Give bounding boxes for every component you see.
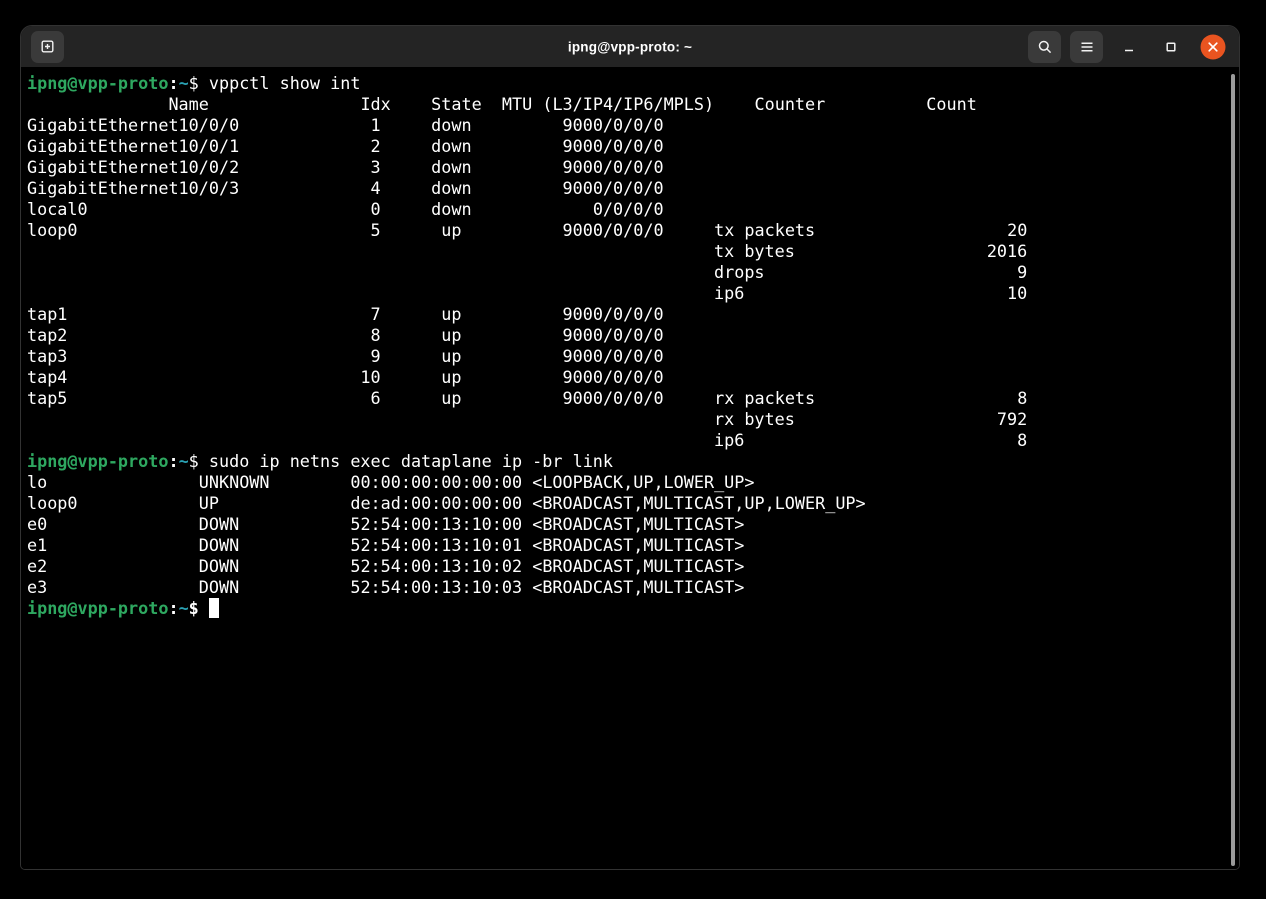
maximize-icon bbox=[1163, 39, 1179, 55]
terminal-line: loop0 5 up 9000/0/0/0 tx packets 20 bbox=[27, 220, 1239, 241]
terminal-line: loop0 UP de:ad:00:00:00:00 <BROADCAST,MU… bbox=[27, 493, 1239, 514]
terminal-line: GigabitEthernet10/0/0 1 down 9000/0/0/0 bbox=[27, 115, 1239, 136]
terminal-line: ip6 8 bbox=[27, 430, 1239, 451]
search-icon bbox=[1037, 39, 1053, 55]
new-tab-button[interactable] bbox=[31, 31, 64, 63]
terminal-line: GigabitEthernet10/0/3 4 down 9000/0/0/0 bbox=[27, 178, 1239, 199]
terminal-line: ipng@vpp-proto:~$ bbox=[27, 598, 1239, 619]
terminal-line: Name Idx State MTU (L3/IP4/IP6/MPLS) Cou… bbox=[27, 94, 1239, 115]
search-button[interactable] bbox=[1028, 31, 1061, 63]
terminal-line: tx bytes 2016 bbox=[27, 241, 1239, 262]
terminal-line: GigabitEthernet10/0/2 3 down 9000/0/0/0 bbox=[27, 157, 1239, 178]
terminal-line: e1 DOWN 52:54:00:13:10:01 <BROADCAST,MUL… bbox=[27, 535, 1239, 556]
scrollbar-thumb[interactable] bbox=[1231, 74, 1235, 866]
new-tab-icon bbox=[39, 38, 56, 55]
terminal-window: ipng@vpp-proto: ~ bbox=[20, 25, 1240, 870]
menu-button[interactable] bbox=[1070, 31, 1103, 63]
terminal-line: ipng@vpp-proto:~$ vppctl show int bbox=[27, 73, 1239, 94]
terminal-line: ip6 10 bbox=[27, 283, 1239, 304]
terminal-line: local0 0 down 0/0/0/0 bbox=[27, 199, 1239, 220]
terminal-line: ipng@vpp-proto:~$ sudo ip netns exec dat… bbox=[27, 451, 1239, 472]
hamburger-menu-icon bbox=[1079, 39, 1095, 55]
terminal-output[interactable]: ipng@vpp-proto:~$ vppctl show int Name I… bbox=[21, 67, 1239, 869]
close-icon bbox=[1199, 33, 1227, 61]
terminal-line: rx bytes 792 bbox=[27, 409, 1239, 430]
terminal-line: e0 DOWN 52:54:00:13:10:00 <BROADCAST,MUL… bbox=[27, 514, 1239, 535]
terminal-line: tap2 8 up 9000/0/0/0 bbox=[27, 325, 1239, 346]
terminal-line: tap4 10 up 9000/0/0/0 bbox=[27, 367, 1239, 388]
terminal-line: lo UNKNOWN 00:00:00:00:00:00 <LOOPBACK,U… bbox=[27, 472, 1239, 493]
terminal-line: tap5 6 up 9000/0/0/0 rx packets 8 bbox=[27, 388, 1239, 409]
terminal-line: drops 9 bbox=[27, 262, 1239, 283]
close-button[interactable] bbox=[1196, 31, 1229, 63]
terminal-line: tap3 9 up 9000/0/0/0 bbox=[27, 346, 1239, 367]
titlebar-controls bbox=[1028, 31, 1229, 63]
terminal-line: e3 DOWN 52:54:00:13:10:03 <BROADCAST,MUL… bbox=[27, 577, 1239, 598]
terminal-line: GigabitEthernet10/0/1 2 down 9000/0/0/0 bbox=[27, 136, 1239, 157]
terminal-line: tap1 7 up 9000/0/0/0 bbox=[27, 304, 1239, 325]
window-title: ipng@vpp-proto: ~ bbox=[568, 39, 692, 54]
titlebar[interactable]: ipng@vpp-proto: ~ bbox=[21, 26, 1239, 67]
minimize-icon bbox=[1121, 39, 1137, 55]
maximize-button[interactable] bbox=[1154, 31, 1187, 63]
terminal-cursor bbox=[209, 598, 219, 618]
terminal-line: e2 DOWN 52:54:00:13:10:02 <BROADCAST,MUL… bbox=[27, 556, 1239, 577]
minimize-button[interactable] bbox=[1112, 31, 1145, 63]
